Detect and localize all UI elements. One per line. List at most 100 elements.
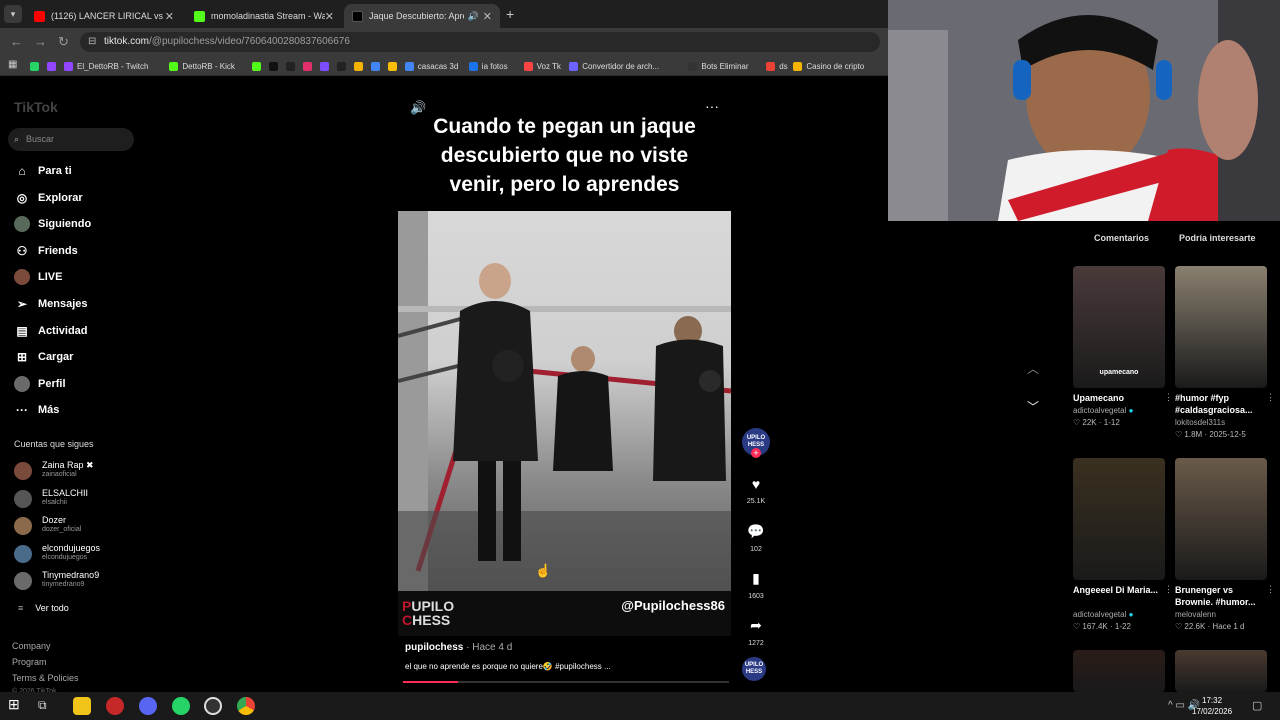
bookmark-item[interactable] — [387, 59, 401, 73]
follow-plus-icon[interactable]: + — [751, 448, 761, 458]
bookmark-item[interactable]: Casino de cripto — [793, 59, 864, 73]
like-button[interactable]: ♥ 25.1K — [740, 476, 772, 505]
sidebar-item-mensajes[interactable]: ➢ Mensajes — [14, 294, 88, 314]
sidebar-item-friends[interactable]: ⚇ Friends — [14, 241, 78, 261]
sidebar-item-explorar[interactable]: ◎ Explorar — [14, 188, 83, 208]
screen: ▾ (1126) LANCER LIRICAL vs CHA ✕ momolad… — [0, 0, 1280, 720]
reload-icon[interactable]: ↻ — [58, 34, 69, 50]
video-description[interactable]: el que no aprende es porque no quiere🤣 #… — [405, 662, 611, 671]
bookmark-item[interactable]: Convertidor de arch... — [569, 59, 659, 73]
card-user[interactable]: lokitosdel311s — [1175, 418, 1225, 427]
card-user[interactable]: adictoalvegetal ● — [1073, 610, 1133, 619]
sidebar-item-m-s[interactable]: ··· Más — [14, 400, 59, 420]
browser-tab[interactable]: (1126) LANCER LIRICAL vs CHA ✕ — [26, 4, 182, 28]
tiktok-logo[interactable]: TikTok — [14, 99, 58, 115]
bookmark-item[interactable] — [285, 59, 299, 73]
video-thumbnail[interactable] — [1175, 266, 1267, 388]
tab-search-button[interactable]: ▾ — [4, 5, 22, 23]
close-icon[interactable]: ✕ — [483, 10, 492, 23]
footer-company[interactable]: Company — [12, 641, 51, 651]
sidebar-item-siguiendo[interactable]: Siguiendo — [14, 214, 91, 234]
forward-icon[interactable]: → — [34, 34, 47, 49]
video-thumbnail[interactable] — [1175, 650, 1267, 692]
bookmark-item[interactable]: casacas 3d — [404, 59, 458, 73]
browser-tab[interactable]: momoladinastia Stream - Watc ✕ — [186, 4, 342, 28]
sidebar-item-para-ti[interactable]: ⌂ Para ti — [14, 161, 71, 181]
app-icon[interactable] — [106, 697, 124, 715]
bookmark-item[interactable] — [47, 59, 60, 73]
back-icon[interactable]: ← — [10, 34, 23, 49]
bookmark-item[interactable] — [336, 59, 350, 73]
brand-logo-text: HESS — [412, 612, 451, 628]
video-thumbnail[interactable] — [1175, 458, 1267, 580]
sidebar-item-perfil[interactable]: Perfil — [14, 374, 66, 394]
bookmark-item[interactable] — [268, 59, 282, 73]
bookmark-item[interactable]: DettoRB - Kick — [169, 59, 235, 73]
apps-icon[interactable]: ▦ — [8, 59, 17, 70]
save-button[interactable]: ▮ 1603 — [740, 570, 772, 600]
bookmark-item[interactable] — [370, 59, 384, 73]
ellipsis-icon: ··· — [16, 403, 28, 418]
new-tab-button[interactable]: + — [506, 6, 514, 22]
bookmark-item[interactable] — [353, 59, 367, 73]
card-user[interactable]: adictoalvegetal ● — [1073, 406, 1133, 415]
bookmark-item[interactable] — [302, 59, 316, 73]
card-more-icon[interactable]: ⋮ — [1266, 584, 1275, 595]
sidebar-item-live[interactable]: LIVE — [14, 267, 62, 287]
bookmark-item[interactable]: ia fotos — [468, 59, 508, 73]
chevron-down-icon[interactable]: ﹀ — [1027, 398, 1039, 415]
video-progress-bar[interactable] — [403, 681, 729, 683]
bookmark-item[interactable]: Voz Tk — [523, 59, 561, 73]
comment-button[interactable]: 💬 102 — [740, 523, 772, 553]
bookmark-item[interactable]: El_DettoRB - Twitch — [64, 59, 148, 73]
card-more-icon[interactable]: ⋮ — [1164, 584, 1173, 595]
account-handle: elcondujuegos — [42, 553, 88, 561]
card-more-icon[interactable]: ⋮ — [1164, 392, 1173, 403]
file-explorer-icon[interactable] — [73, 697, 91, 715]
bookmark-item[interactable] — [251, 59, 265, 73]
bookmark-item[interactable] — [30, 59, 43, 73]
system-clock[interactable]: 17:32 17/02/2026 — [1192, 695, 1232, 717]
close-icon[interactable]: ✕ — [165, 10, 174, 23]
notifications-icon[interactable]: ▢ — [1252, 699, 1262, 712]
close-icon[interactable]: ✕ — [325, 10, 334, 23]
sidebar-item-cargar[interactable]: ⊞ Cargar — [14, 347, 74, 367]
sidebar-item-actividad[interactable]: ▤ Actividad — [14, 321, 87, 341]
card-title[interactable]: #humor #fyp #caldasgraciosa... — [1175, 392, 1267, 416]
share-button[interactable]: ➦ 1272 — [740, 617, 772, 647]
progress-fill — [403, 681, 459, 683]
plus-square-icon: ⊞ — [16, 350, 28, 365]
music-disc-avatar[interactable]: UPILO HESS — [742, 657, 766, 681]
bookmark-item[interactable] — [319, 59, 333, 73]
bookmark-item[interactable]: Bots Eliminar — [688, 59, 749, 73]
site-info-icon[interactable]: ⊟ — [88, 32, 96, 52]
creator-name[interactable]: pupilochess — [405, 642, 463, 653]
video-thumbnail[interactable] — [1073, 650, 1165, 692]
tab-recommended[interactable]: Podría interesarte — [1179, 233, 1256, 243]
chevron-up-icon[interactable]: ︿ — [1027, 360, 1039, 377]
card-user[interactable]: melovalenn — [1175, 610, 1216, 619]
video-thumbnail[interactable]: upamecano — [1073, 266, 1165, 388]
caption-line: venir, pero lo aprendes — [449, 173, 680, 196]
see-all-link[interactable]: ≡ Ver todo — [18, 603, 69, 613]
footer-terms[interactable]: Terms & Policies — [12, 673, 79, 683]
chrome-icon[interactable] — [237, 697, 255, 715]
search-input[interactable]: ⌕ Buscar — [8, 128, 134, 151]
card-title[interactable]: Brunenger vs Brownie. #humor... — [1175, 584, 1267, 608]
windows-start-icon[interactable]: ⊞ — [8, 696, 26, 714]
card-title[interactable]: Angeeeel Di Maria... — [1073, 584, 1165, 596]
url-input[interactable]: ⊟ tiktok.com/@pupilochess/video/76064002… — [80, 32, 880, 52]
bookmark-item[interactable]: ds — [766, 59, 788, 73]
task-view-icon[interactable]: ⧉ — [38, 698, 56, 716]
whatsapp-icon[interactable] — [172, 697, 190, 715]
video-thumbnail[interactable] — [1073, 458, 1165, 580]
footer-program[interactable]: Program — [12, 657, 47, 667]
discord-icon[interactable] — [139, 697, 157, 715]
separator: · — [1096, 418, 1104, 427]
card-title[interactable]: Upamecano — [1073, 392, 1165, 404]
obs-icon[interactable] — [204, 697, 222, 715]
tab-comments[interactable]: Comentarios — [1094, 233, 1149, 243]
video-player[interactable]: ☝ — [398, 211, 731, 591]
card-more-icon[interactable]: ⋮ — [1266, 392, 1275, 403]
browser-tab-active[interactable]: Jaque Descubierto: Aprende 🔊 ✕ — [344, 4, 500, 28]
